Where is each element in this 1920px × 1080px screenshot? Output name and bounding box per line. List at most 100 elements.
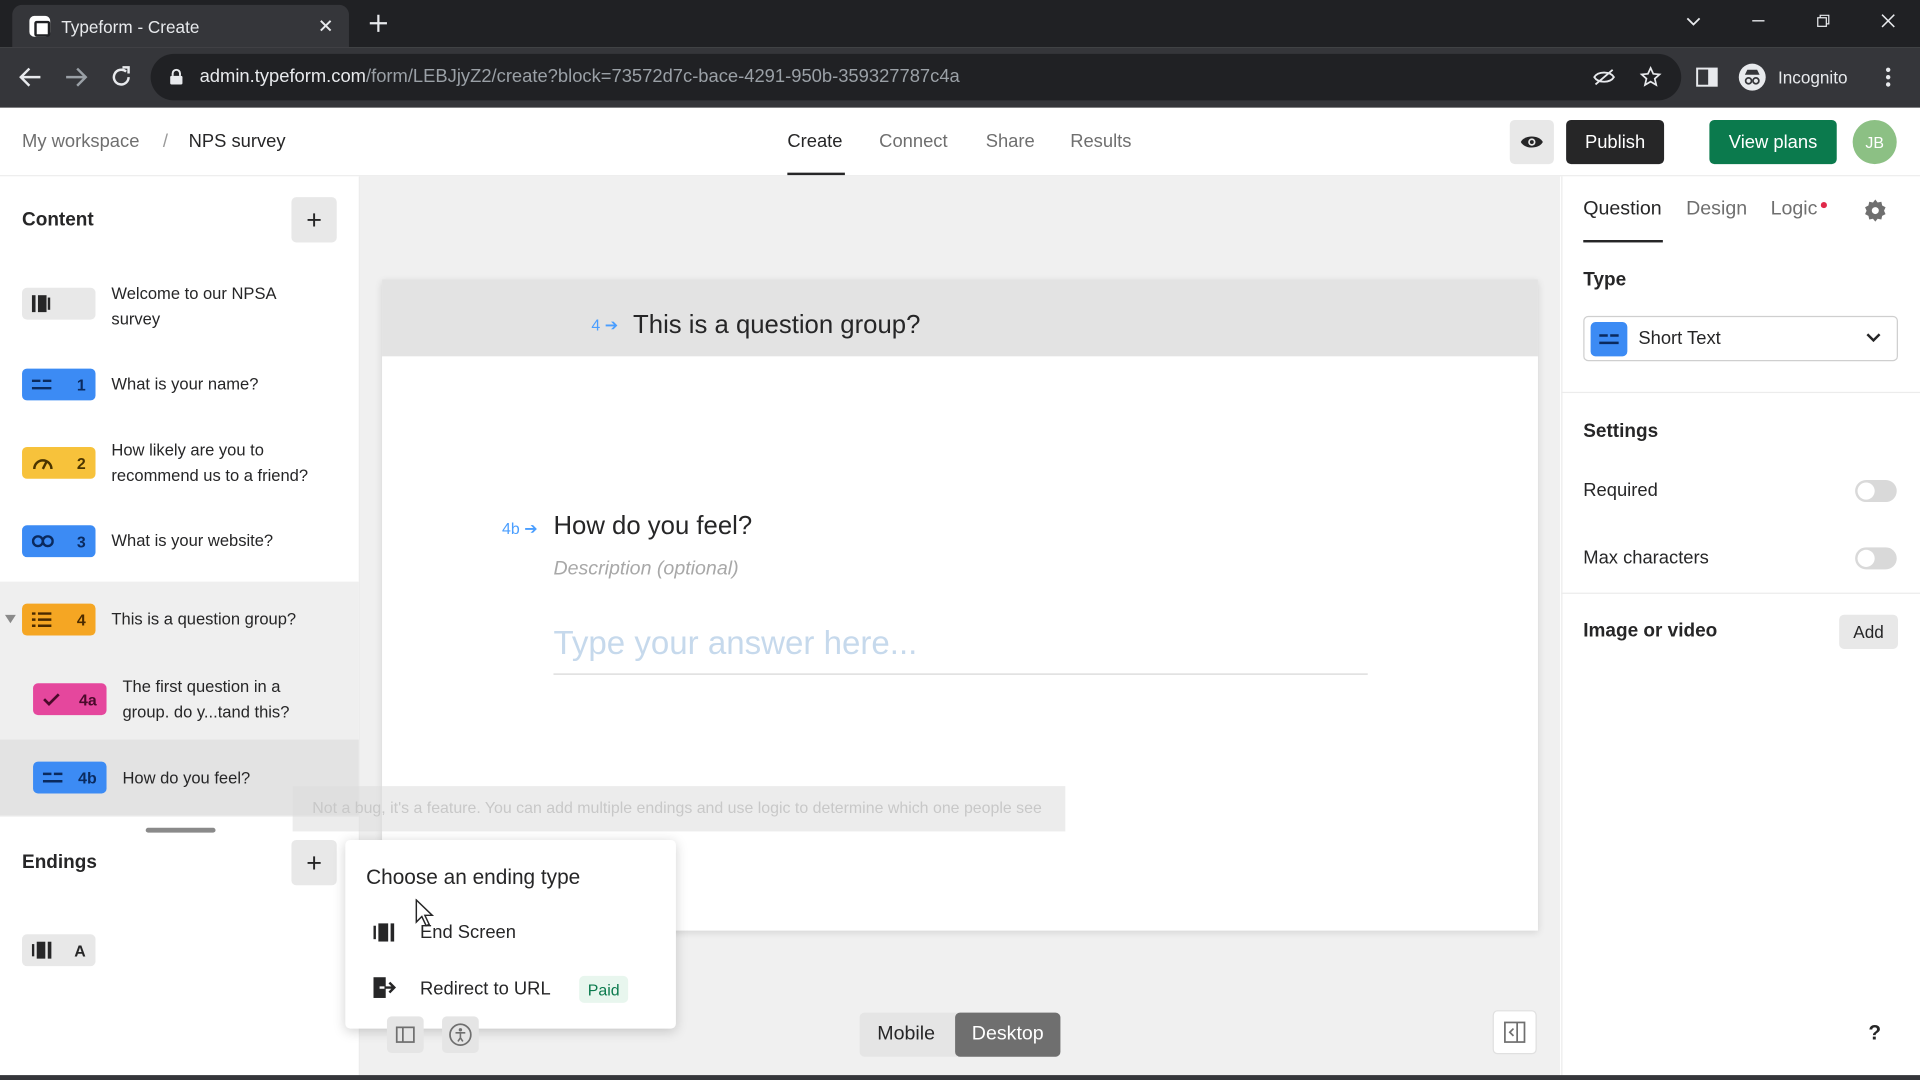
tab-connect[interactable]: Connect: [879, 131, 947, 152]
accessibility-button[interactable]: [442, 1016, 479, 1054]
breadcrumb-form-name[interactable]: NPS survey: [189, 131, 286, 152]
multiple-choice-badge: 4a: [33, 683, 107, 716]
add-media-button[interactable]: Add: [1839, 614, 1898, 649]
toggle-panel-button[interactable]: [1492, 1010, 1537, 1055]
list-icon: [31, 612, 52, 627]
question-card: [382, 279, 1538, 931]
question-number: 4b ➔: [502, 519, 538, 538]
sidebar-resize-handle[interactable]: [145, 827, 216, 833]
lock-icon[interactable]: [169, 68, 184, 86]
short-text-badge: 4b: [33, 761, 107, 794]
arrow-right-icon: ➔: [604, 315, 619, 335]
browser-tab[interactable]: Typeform - Create: [12, 4, 349, 48]
view-plans-button[interactable]: View plans: [1709, 120, 1837, 165]
incognito-icon[interactable]: [1738, 63, 1766, 91]
sidebar-item-label: How do you feel?: [122, 768, 251, 788]
new-tab-icon[interactable]: [367, 12, 389, 34]
link-icon: [31, 535, 54, 548]
sidebar-item-label: How likely are you to recommend us to a …: [111, 440, 309, 485]
close-tab-icon[interactable]: [316, 16, 336, 36]
incognito-label[interactable]: Incognito: [1778, 67, 1848, 87]
add-ending-button[interactable]: +: [291, 840, 337, 886]
minimize-icon[interactable]: [1725, 0, 1790, 42]
sidebar-item-1[interactable]: 1 What is your name?: [0, 365, 359, 404]
welcome-badge: [22, 287, 96, 320]
tab-create[interactable]: Create: [787, 131, 842, 152]
desktop-view-button[interactable]: Desktop: [955, 1012, 1061, 1057]
forward-arrow-icon[interactable]: [64, 66, 88, 88]
mobile-view-button[interactable]: Mobile: [860, 1013, 953, 1057]
settings-label: Settings: [1583, 421, 1659, 443]
divider: [1561, 391, 1920, 394]
avatar[interactable]: JB: [1852, 120, 1897, 165]
plus-icon: +: [306, 846, 322, 878]
url-text[interactable]: admin.typeform.com/form/LEBJjyZ2/create?…: [200, 66, 960, 87]
tab-share[interactable]: Share: [986, 131, 1035, 152]
group-badge: 4: [22, 603, 96, 636]
ending-badge: A: [22, 934, 96, 967]
restore-icon[interactable]: [1790, 0, 1855, 42]
short-text-icon: [31, 379, 52, 390]
answer-input[interactable]: Type your answer here...: [553, 624, 917, 662]
website-badge: 3: [22, 525, 96, 558]
tab-search-chevron-icon[interactable]: [1685, 13, 1702, 30]
eye-off-icon[interactable]: [1593, 67, 1615, 87]
help-button[interactable]: ?: [1857, 1016, 1892, 1051]
tab-design[interactable]: Design: [1686, 198, 1747, 220]
opinion-scale-badge: 2: [22, 446, 96, 479]
preview-button[interactable]: [1509, 120, 1554, 165]
eye-icon: [1520, 136, 1543, 148]
reload-icon[interactable]: [109, 65, 133, 89]
answer-underline: [553, 673, 1368, 675]
close-window-icon[interactable]: [1855, 0, 1920, 42]
browser-menu-icon[interactable]: [1883, 66, 1893, 88]
back-arrow-icon[interactable]: [18, 66, 42, 88]
tab-results[interactable]: Results: [1070, 131, 1131, 152]
sidebar-item-label: This is a question group?: [111, 609, 297, 629]
tab-title: Typeform - Create: [61, 17, 200, 37]
group-title[interactable]: This is a question group?: [633, 311, 920, 340]
sidebar-item-welcome[interactable]: Welcome to our NPSA survey: [0, 279, 359, 333]
collapse-caret-icon[interactable]: [4, 614, 16, 625]
group-header: 4 ➔ This is a question group?: [382, 279, 1538, 357]
menu-item-end-screen[interactable]: End Screen: [358, 912, 664, 954]
address-bar[interactable]: admin.typeform.com/form/LEBJjyZ2/create?…: [150, 53, 1682, 101]
tab-logic[interactable]: Logic: [1771, 198, 1818, 220]
description-field[interactable]: Description (optional): [553, 558, 738, 580]
tab-question[interactable]: Question: [1583, 198, 1661, 220]
accessibility-icon: [449, 1023, 472, 1046]
breadcrumb-workspace[interactable]: My workspace: [22, 131, 139, 152]
short-text-icon: [42, 772, 63, 783]
required-toggle[interactable]: [1855, 480, 1897, 503]
divider: [1561, 592, 1920, 594]
question-title[interactable]: How do you feel?: [553, 512, 752, 541]
content-title: Content: [22, 209, 94, 231]
side-panel-icon[interactable]: [1696, 67, 1718, 87]
sidebar-item-label: What is your website?: [111, 531, 274, 550]
mouse-cursor-icon: [415, 898, 435, 927]
add-content-button[interactable]: +: [291, 197, 337, 243]
sidebar-item-4[interactable]: 4 This is a question group?: [0, 600, 359, 639]
image-video-label: Image or video: [1583, 620, 1718, 642]
type-label: Type: [1583, 269, 1627, 291]
max-characters-toggle[interactable]: [1855, 547, 1897, 570]
sidebar-item-2[interactable]: 2 How likely are you to recommend us to …: [0, 436, 359, 490]
welcome-screen-icon: [31, 295, 51, 313]
sidebar-item-3[interactable]: 3 What is your website?: [0, 522, 359, 561]
active-panel-tab-underline: [1583, 240, 1663, 243]
sidebar-item-4a[interactable]: 4a The first question in a group. do y..…: [0, 672, 359, 726]
plus-icon: +: [306, 203, 322, 235]
layout-button[interactable]: [386, 1016, 424, 1054]
end-screen-icon: [373, 923, 395, 942]
gear-icon[interactable]: [1864, 198, 1887, 222]
required-label: Required: [1583, 480, 1658, 501]
window-controls: [1725, 0, 1920, 48]
sidebar-item-ending-a[interactable]: A: [0, 931, 359, 970]
group-number: 4 ➔: [591, 315, 619, 335]
bookmark-star-icon[interactable]: [1639, 66, 1662, 88]
sidebar-item-label: Welcome to our NPSA survey: [111, 284, 276, 329]
screen-bottom-bar: [0, 1075, 1920, 1080]
publish-button[interactable]: Publish: [1566, 120, 1665, 165]
sidebar-item-label: The first question in a group. do y...ta…: [122, 677, 290, 722]
question-type-select[interactable]: Short Text: [1583, 315, 1898, 362]
